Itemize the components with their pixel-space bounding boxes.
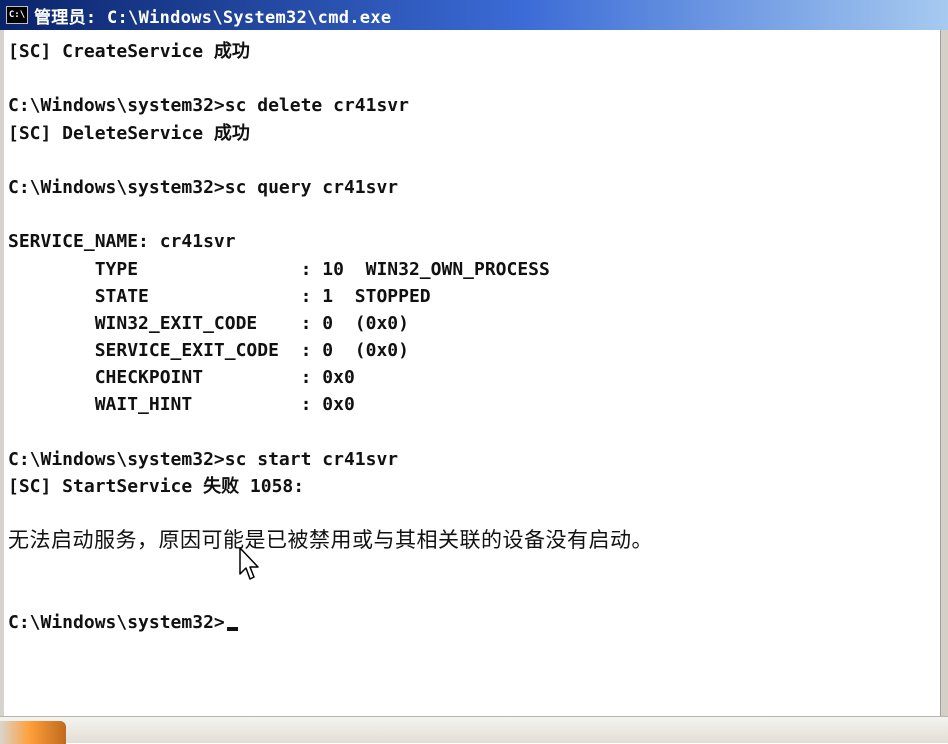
taskbar [0,716,948,744]
console-line: TYPE : 10 WIN32_OWN_PROCESS [8,258,550,280]
console-line: [SC] DeleteService 成功 [8,122,250,144]
cmd-window: C:\ 管理员: C:\Windows\System32\cmd.exe [SC… [0,0,948,744]
console-line: STATE : 1 STOPPED [8,285,431,307]
console-line: WIN32_EXIT_CODE : 0 (0x0) [8,312,409,334]
cmd-icon[interactable]: C:\ [6,6,28,24]
console-line: C:\Windows\system32>sc start cr41svr [8,448,399,470]
console-line: CHECKPOINT : 0x0 [8,367,355,389]
console-line: SERVICE_NAME: cr41svr [8,231,236,253]
console-line: WAIT_HINT : 0x0 [8,394,355,416]
prompt-text: C:\Windows\system32> [8,611,225,633]
prompt-line[interactable]: C:\Windows\system32> [8,609,653,636]
title-bar[interactable]: C:\ 管理员: C:\Windows\System32\cmd.exe [0,0,948,30]
console-line: [SC] StartService 失败 1058: [8,476,305,497]
text-caret [226,626,238,631]
mouse-pointer-icon [239,547,259,580]
console-line: [SC] CreateService 成功 [8,41,250,62]
console-line: C:\Windows\system32>sc delete cr41svr [8,95,409,117]
console-line: SERVICE_EXIT_CODE : 0 (0x0) [8,340,409,362]
vertical-scrollbar[interactable] [940,30,948,716]
console-line: C:\Windows\system32>sc query cr41svr [8,176,399,198]
window-title: 管理员: C:\Windows\System32\cmd.exe [34,7,392,28]
console-area[interactable]: [SC] CreateService 成功 C:\Windows\system3… [0,30,940,716]
start-button[interactable] [0,721,66,744]
console-output: [SC] CreateService 成功 C:\Windows\system3… [8,38,653,636]
error-message-line: 无法启动服务，原因可能是已被禁用或与其相关联的设备没有启动。 [8,528,653,553]
